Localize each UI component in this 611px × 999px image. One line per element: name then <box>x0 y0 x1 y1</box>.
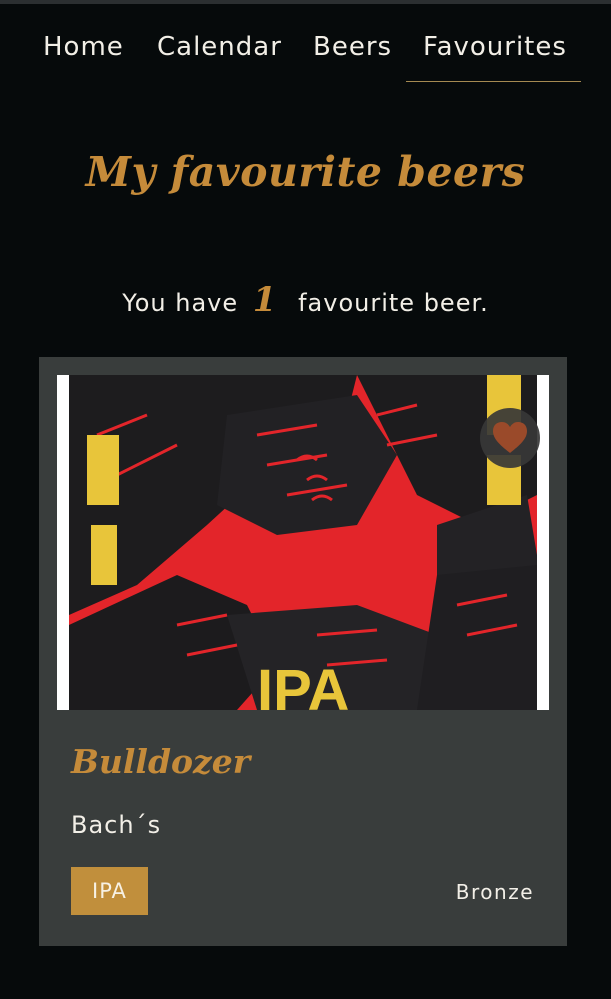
top-border <box>0 0 611 4</box>
page-title: My favourite beers <box>85 148 526 196</box>
can-label-text: IPA <box>257 658 349 710</box>
heart-icon <box>493 422 527 453</box>
main-nav: Home Calendar Beers Favourites <box>0 22 611 82</box>
brewery-name: Bach´s <box>71 811 162 839</box>
favourites-count-text: You have 1 favourite beer. <box>0 280 611 320</box>
nav-favourites[interactable]: Favourites <box>423 32 567 62</box>
nav-calendar[interactable]: Calendar <box>157 32 282 62</box>
favourites-count: 1 <box>252 280 278 320</box>
medal-label: Bronze <box>455 880 534 904</box>
beer-style-badge: IPA <box>71 867 148 915</box>
count-prefix: You have <box>122 289 239 317</box>
beer-name[interactable]: Bulldozer <box>71 742 250 781</box>
count-suffix: favourite beer. <box>298 289 489 317</box>
nav-beers[interactable]: Beers <box>313 32 392 62</box>
nav-home[interactable]: Home <box>43 32 124 62</box>
beer-image: IPA <box>57 375 549 710</box>
beer-card[interactable]: IPA Bulldozer Bach´s IPA Bronze <box>39 357 567 946</box>
favourite-toggle-button[interactable] <box>480 408 540 468</box>
active-nav-underline <box>406 81 581 82</box>
